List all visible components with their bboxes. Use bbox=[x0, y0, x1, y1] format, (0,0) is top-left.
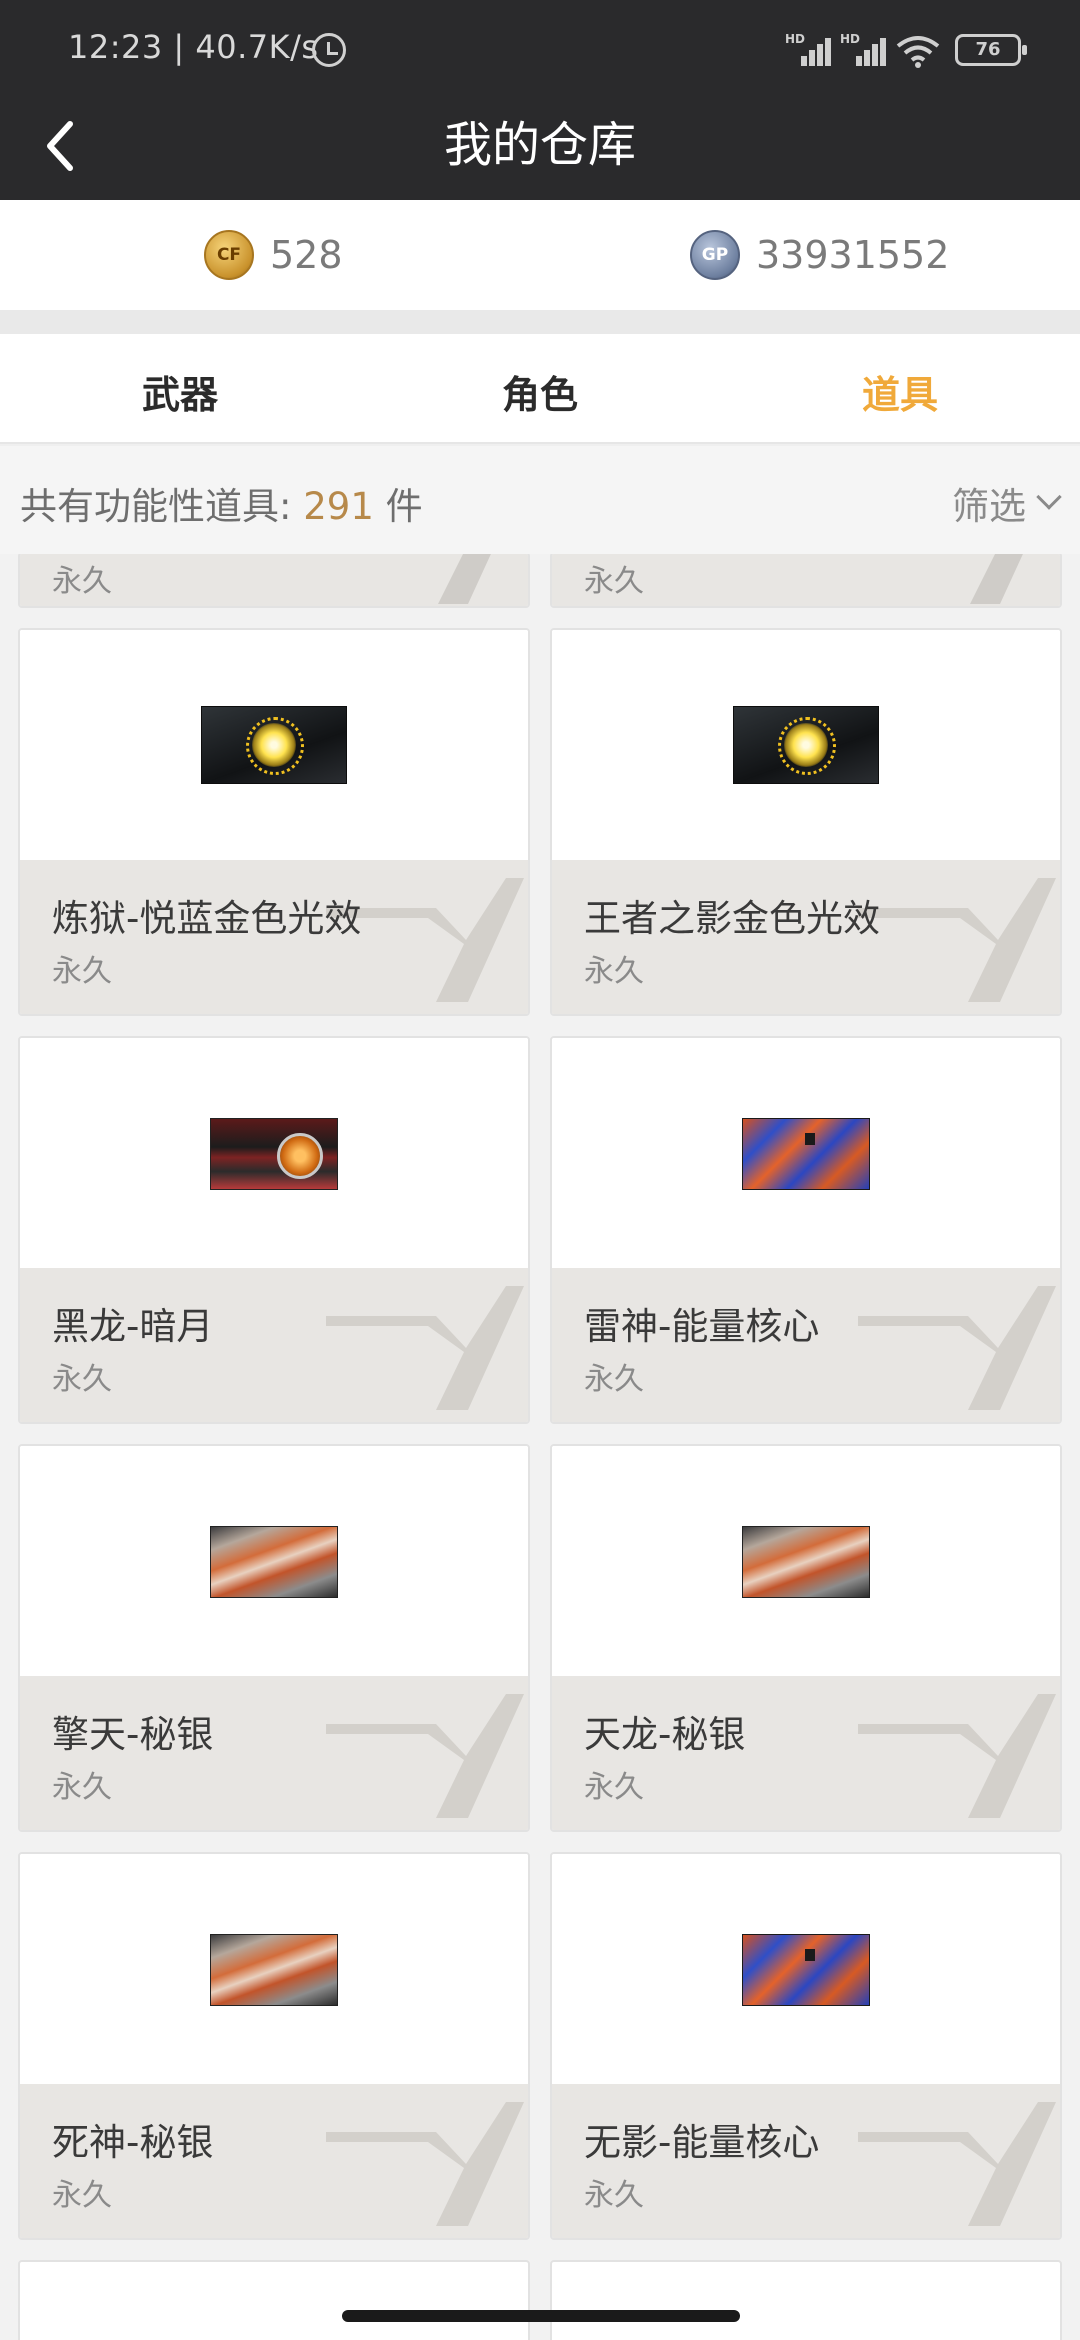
tab-weapons[interactable]: 武器 bbox=[80, 364, 280, 419]
item-card[interactable]: 死神-秘银 永久 bbox=[18, 1852, 530, 2240]
status-time: 12:23 | 40.7K/s bbox=[68, 28, 319, 66]
item-duration: 永久 bbox=[584, 564, 644, 599]
item-name: 天龙-秘银 bbox=[584, 1713, 746, 1756]
item-name: 死神-秘银 bbox=[52, 2121, 214, 2164]
item-thumbnail bbox=[210, 1934, 338, 2006]
filter-label: 筛选 bbox=[952, 485, 1026, 528]
wifi-icon bbox=[896, 36, 940, 68]
cf-coin-icon bbox=[204, 230, 254, 280]
item-duration: 永久 bbox=[584, 1362, 644, 1397]
item-duration: 永久 bbox=[52, 1770, 112, 1805]
item-count-summary: 共有功能性道具: 291 件 bbox=[20, 476, 423, 530]
item-thumbnail bbox=[742, 1934, 870, 2006]
item-duration: 永久 bbox=[52, 564, 112, 599]
item-thumbnail bbox=[733, 706, 879, 784]
page-title: 我的仓库 bbox=[443, 117, 636, 173]
tab-items[interactable]: 道具 bbox=[800, 364, 1000, 419]
item-duration: 永久 bbox=[584, 1770, 644, 1805]
item-name: 黑龙-暗月 bbox=[52, 1305, 214, 1348]
header: 我的仓库 bbox=[0, 100, 1080, 200]
item-thumbnail bbox=[210, 1526, 338, 1598]
signal-icon-2: HD bbox=[840, 32, 886, 66]
item-thumbnail bbox=[201, 706, 347, 784]
item-name: 王者之影金色光效 bbox=[584, 897, 880, 940]
category-tabs: 武器 角色 道具 bbox=[0, 334, 1080, 444]
item-card[interactable] bbox=[550, 2260, 1062, 2340]
cf-watermark-icon bbox=[858, 2102, 1056, 2226]
item-name: 雷神-能量核心 bbox=[584, 1305, 820, 1348]
item-duration: 永久 bbox=[52, 954, 112, 989]
status-bar: 12:23 | 40.7K/s HD HD 76 bbox=[0, 0, 1080, 100]
item-card[interactable]: 擎天-秘银 永久 bbox=[18, 1444, 530, 1832]
cf-watermark-icon bbox=[326, 2102, 524, 2226]
gp-points: 33931552 bbox=[690, 226, 949, 284]
item-card[interactable]: 雷神-能量核心 永久 bbox=[550, 1036, 1062, 1424]
cf-points: 528 bbox=[204, 226, 343, 284]
battery-level: 76 bbox=[975, 39, 1001, 60]
item-duration: 永久 bbox=[584, 954, 644, 989]
item-card[interactable]: 永久 bbox=[18, 554, 530, 608]
gp-points-value: 33931552 bbox=[756, 233, 950, 277]
item-duration: 永久 bbox=[52, 1362, 112, 1397]
summary-bar: 共有功能性道具: 291 件 筛选 bbox=[0, 446, 1080, 554]
battery-icon: 76 bbox=[955, 34, 1027, 66]
cf-points-value: 528 bbox=[270, 233, 343, 277]
cf-watermark-icon bbox=[858, 1694, 1056, 1818]
item-duration: 永久 bbox=[584, 2178, 644, 2213]
item-duration: 永久 bbox=[52, 2178, 112, 2213]
cf-watermark-icon bbox=[970, 554, 1023, 604]
gp-coin-icon bbox=[690, 230, 740, 280]
cf-watermark-icon bbox=[326, 1694, 524, 1818]
section-divider bbox=[0, 310, 1080, 334]
item-thumbnail bbox=[742, 1526, 870, 1598]
item-card[interactable]: 无影-能量核心 永久 bbox=[550, 1852, 1062, 2240]
item-thumbnail bbox=[742, 1118, 870, 1190]
cf-watermark-icon bbox=[438, 554, 491, 604]
item-card[interactable]: 黑龙-暗月 永久 bbox=[18, 1036, 530, 1424]
alarm-icon bbox=[312, 33, 346, 67]
item-thumbnail bbox=[210, 1118, 338, 1190]
filter-button[interactable]: 筛选 bbox=[952, 476, 1062, 530]
item-name: 擎天-秘银 bbox=[52, 1713, 214, 1756]
summary-prefix: 共有功能性道具: bbox=[20, 485, 292, 528]
signal-icon: HD bbox=[785, 32, 831, 66]
home-indicator[interactable] bbox=[342, 2310, 740, 2322]
cf-watermark-icon bbox=[326, 1286, 524, 1410]
item-card[interactable]: 王者之影金色光效 永久 bbox=[550, 628, 1062, 1016]
tab-characters[interactable]: 角色 bbox=[440, 364, 640, 419]
item-card[interactable]: 天龙-秘银 永久 bbox=[550, 1444, 1062, 1832]
item-card[interactable] bbox=[18, 2260, 530, 2340]
item-card[interactable]: 永久 bbox=[550, 554, 1062, 608]
cf-watermark-icon bbox=[858, 1286, 1056, 1410]
summary-count: 291 bbox=[303, 485, 374, 528]
item-card[interactable]: 炼狱-悦蓝金色光效 永久 bbox=[18, 628, 530, 1016]
summary-suffix: 件 bbox=[385, 485, 423, 528]
cf-watermark-icon bbox=[858, 878, 1056, 1002]
item-grid: 永久 永久 炼狱-悦蓝金色光效 永久 王者之影金色光效 永久 黑龙-暗月 永久 … bbox=[0, 554, 1080, 2340]
item-name: 无影-能量核心 bbox=[584, 2121, 820, 2164]
currency-bar: 528 33931552 bbox=[0, 200, 1080, 310]
chevron-down-icon bbox=[1036, 484, 1062, 510]
item-name: 炼狱-悦蓝金色光效 bbox=[52, 897, 362, 940]
app-header-bar: 12:23 | 40.7K/s HD HD 76 我的仓库 bbox=[0, 0, 1080, 200]
